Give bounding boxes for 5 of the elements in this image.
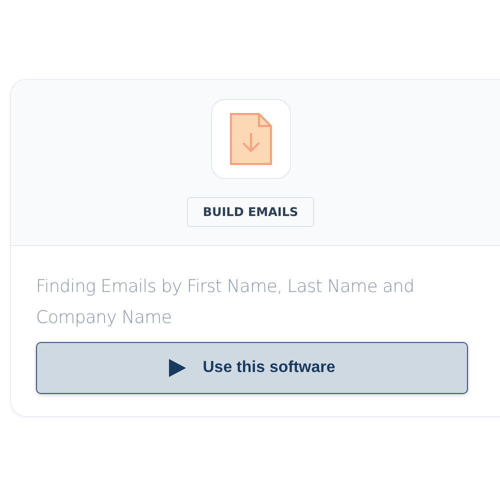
file-download-icon	[230, 113, 272, 165]
description: Finding Emails by First Name, Last Name and Company Name	[36, 276, 416, 330]
category-button[interactable]: BUILD EMAILS	[186, 197, 314, 227]
use-software-button[interactable]: Use this software	[36, 342, 468, 394]
play-icon	[168, 359, 186, 377]
